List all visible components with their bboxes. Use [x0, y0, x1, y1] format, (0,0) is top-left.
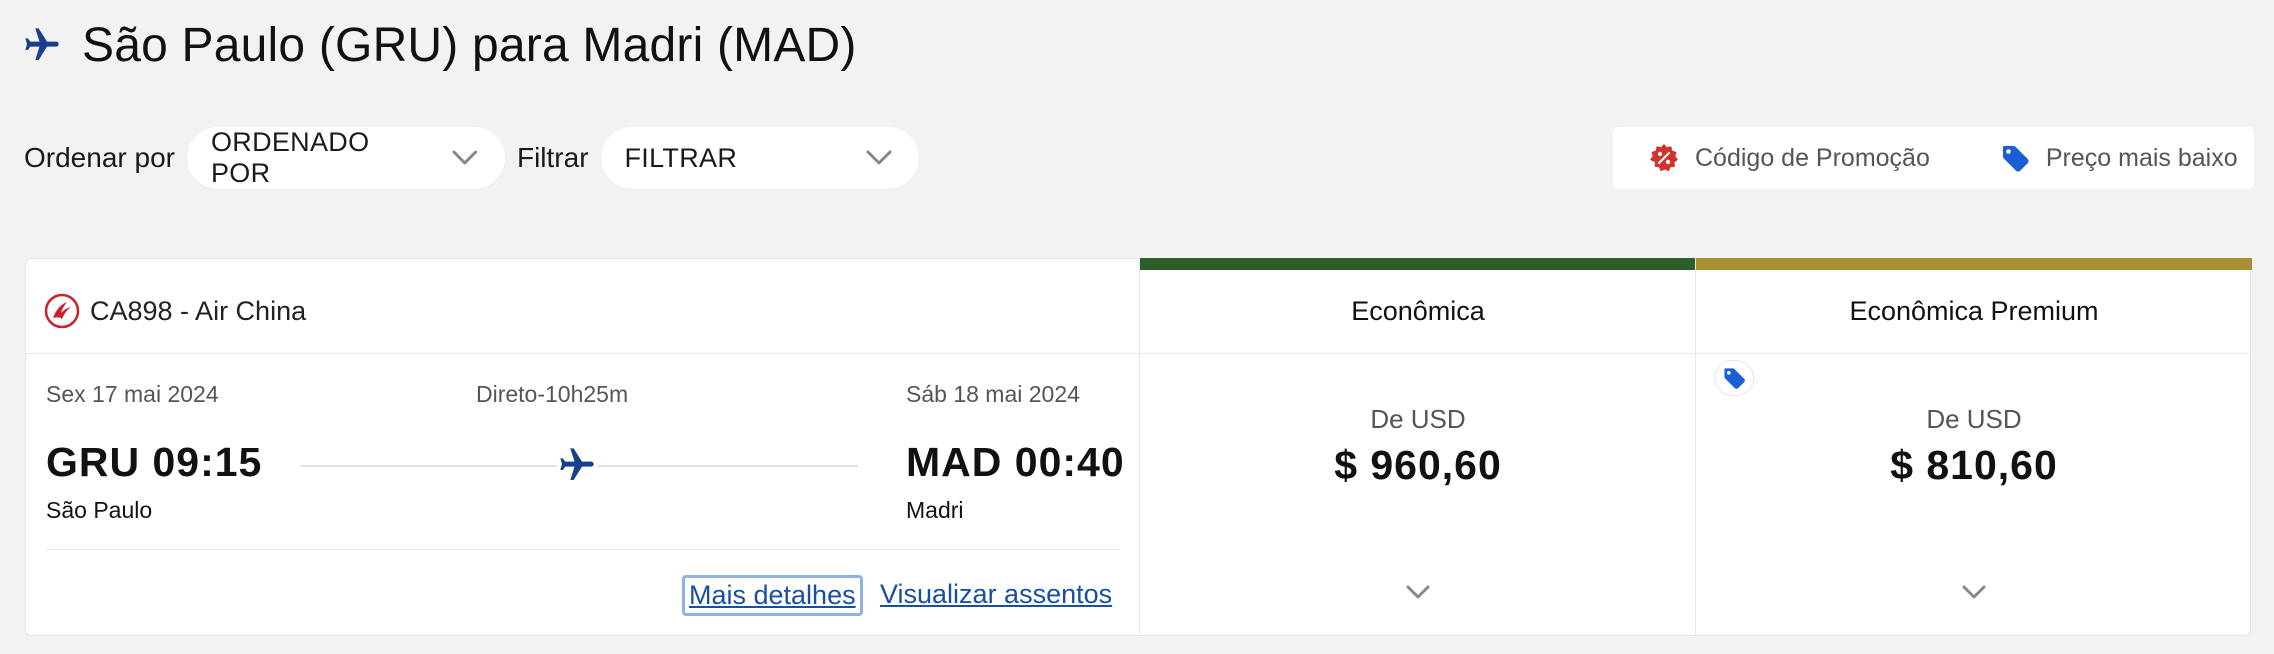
promo-code-label: Código de Promoção: [1695, 143, 1930, 172]
more-details-link[interactable]: Mais detalhes: [682, 575, 863, 616]
airline-name: CA898 - Air China: [90, 295, 307, 326]
divider: [46, 549, 1120, 550]
chevron-down-icon[interactable]: [1961, 584, 1987, 600]
flight-results-page: São Paulo (GRU) para Madri (MAD) Ordenar…: [0, 0, 2274, 654]
sort-dropdown-value: ORDENADO POR: [210, 127, 370, 188]
departure-time: GRU 09:15: [46, 439, 263, 485]
fare-accent-bar: [1140, 258, 1696, 270]
price-tag-icon: [2002, 146, 2029, 172]
filter-dropdown[interactable]: FILTRAR: [600, 127, 919, 189]
departure-date: Sex 17 mai 2024: [46, 381, 219, 407]
fare-from-label: De USD: [1926, 404, 2022, 434]
lowest-price-label: Preço mais baixo: [2045, 143, 2238, 172]
airplane-icon: [557, 445, 597, 485]
promo-code-legend: Código de Promoção: [1649, 143, 1930, 173]
flight-card: CA898 - Air China Sex 17 mai 2024 Direto…: [25, 258, 2252, 636]
promo-badge-icon: [1650, 144, 1678, 172]
flight-info: CA898 - Air China Sex 17 mai 2024 Direto…: [26, 259, 1140, 635]
filter-dropdown-value: FILTRAR: [624, 142, 738, 173]
chevron-down-icon: [866, 150, 892, 165]
flight-duration: Direto-10h25m: [476, 381, 629, 407]
air-china-logo-icon: [44, 293, 80, 329]
fare-legend: Código de Promoção Preço mais baixo: [1613, 127, 2254, 189]
fare-class-name: Econômica: [1351, 296, 1485, 326]
fare-price: $ 960,60: [1334, 442, 1502, 488]
airplane-icon: [25, 28, 59, 60]
chevron-down-icon[interactable]: [1405, 584, 1431, 600]
fare-economy[interactable]: Econômica De USD $ 960,60: [1139, 258, 1696, 636]
lowest-price-badge: [1714, 360, 1754, 396]
sort-filter-bar: Ordenar por ORDENADO POR Filtrar FILTRAR: [24, 126, 931, 190]
arrival-city: Madri: [906, 497, 964, 523]
price-tag-icon: [1724, 368, 1745, 389]
fare-price: $ 810,60: [1890, 442, 2058, 488]
fare-class-name: Econômica Premium: [1849, 296, 2099, 326]
sort-dropdown[interactable]: ORDENADO POR: [186, 127, 505, 189]
fare-premium-economy[interactable]: Econômica Premium De USD $ 810,60: [1695, 258, 2252, 636]
view-seats-link[interactable]: Visualizar assentos: [880, 579, 1112, 610]
page-header: São Paulo (GRU) para Madri (MAD): [22, 14, 857, 76]
arrival-time: MAD 00:40: [906, 439, 1125, 485]
filter-label: Filtrar: [516, 142, 589, 173]
sort-label: Ordenar por: [24, 142, 175, 173]
page-title: São Paulo (GRU) para Madri (MAD): [82, 18, 857, 72]
fare-from-label: De USD: [1370, 404, 1466, 434]
arrival-date: Sáb 18 mai 2024: [906, 381, 1080, 407]
lowest-price-legend: Preço mais baixo: [2000, 143, 2238, 173]
airline-row: CA898 - Air China: [44, 291, 306, 331]
departure-city: São Paulo: [46, 497, 153, 523]
fare-accent-bar: [1696, 258, 2252, 270]
chevron-down-icon: [452, 150, 478, 165]
